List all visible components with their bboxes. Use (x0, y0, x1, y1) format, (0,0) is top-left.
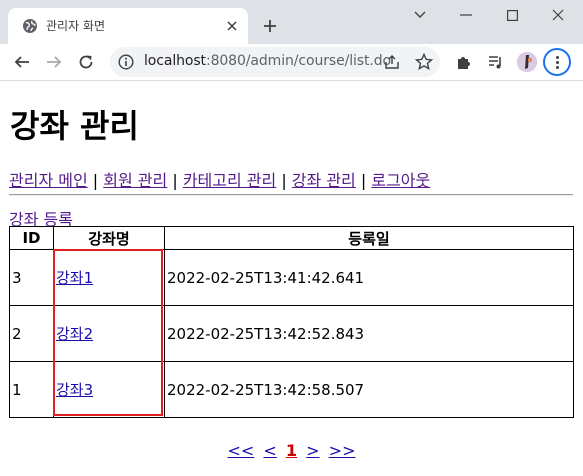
avatar-icon (517, 52, 537, 72)
cell-id: 3 (9, 249, 54, 306)
pager-current: 1 (285, 441, 298, 460)
cell-course-name: 강좌2 (53, 305, 165, 362)
nav-separator: | (172, 171, 178, 190)
course-link[interactable]: 강좌1 (56, 269, 93, 287)
menu-dot (555, 60, 559, 64)
arrow-right-icon (47, 56, 62, 68)
page-content: 강좌 관리 관리자 메인 | 회원 관리 | 카테고리 관리 | 강좌 관리 |… (0, 81, 583, 476)
url-path: :8080/admin/course/list.do (205, 53, 391, 69)
chevron-down-icon (414, 11, 426, 18)
pager-next[interactable]: > (306, 441, 319, 460)
forward-button[interactable] (40, 48, 68, 76)
nav-admin-main[interactable]: 관리자 메인 (9, 171, 88, 190)
cell-id: 1 (9, 361, 54, 418)
cell-date: 2022-02-25T13:42:58.507 (164, 361, 574, 418)
nav-members[interactable]: 회원 관리 (103, 171, 167, 190)
page-title: 강좌 관리 (10, 107, 139, 145)
tab-title: 관리자 화면 (46, 19, 106, 33)
menu-dot (555, 55, 559, 59)
table-row: 3 강좌1 2022-02-25T13:41:42.641 (9, 249, 574, 306)
admin-nav: 관리자 메인 | 회원 관리 | 카테고리 관리 | 강좌 관리 | 로그아웃 (9, 167, 430, 191)
pager-prev[interactable]: < (263, 441, 276, 460)
new-tab-button[interactable] (256, 12, 284, 40)
course-link[interactable]: 강좌3 (56, 381, 93, 399)
arrow-left-icon (14, 56, 29, 68)
close-icon[interactable] (224, 18, 240, 34)
cell-date: 2022-02-25T13:41:42.641 (164, 249, 574, 306)
extensions-button[interactable] (450, 48, 478, 76)
nav-separator: | (281, 171, 287, 190)
pager-last[interactable]: >> (329, 441, 356, 460)
reload-button[interactable] (72, 48, 100, 76)
course-link[interactable]: 강좌2 (56, 325, 93, 343)
tab-strip: 관리자 화면 (0, 0, 583, 44)
star-icon[interactable] (414, 52, 434, 71)
close-window-button[interactable] (535, 0, 581, 30)
nav-separator: | (92, 171, 99, 190)
address-bar[interactable]: localhost:8080/admin/course/list.do (110, 47, 440, 77)
header-course-name: 강좌명 (53, 226, 165, 250)
nav-categories[interactable]: 카테고리 관리 (183, 171, 276, 190)
back-button[interactable] (8, 48, 36, 76)
pager-first[interactable]: << (228, 441, 255, 460)
tab-search-button[interactable] (397, 0, 443, 30)
maximize-icon (506, 9, 518, 21)
nav-separator: | (360, 171, 367, 190)
cell-course-name: 강좌3 (53, 361, 165, 418)
info-icon[interactable] (118, 54, 134, 70)
media-button[interactable] (482, 48, 510, 76)
header-registered-date: 등록일 (164, 226, 574, 250)
playlist-icon (489, 56, 501, 69)
table-row: 1 강좌3 2022-02-25T13:42:58.507 (9, 361, 574, 418)
puzzle-icon (458, 57, 470, 69)
globe-icon (22, 18, 38, 34)
maximize-button[interactable] (489, 0, 535, 30)
url-host: localhost (144, 53, 206, 69)
cell-id: 2 (9, 305, 54, 362)
browser-tab[interactable]: 관리자 화면 (8, 8, 248, 44)
header-id: ID (9, 226, 54, 250)
divider (9, 194, 573, 196)
profile-avatar[interactable] (517, 52, 537, 72)
url-text[interactable]: localhost:8080/admin/course/list.do (144, 53, 391, 69)
table-header-row: ID 강좌명 등록일 (9, 226, 574, 250)
plus-icon (264, 20, 276, 32)
browser-toolbar: localhost:8080/admin/course/list.do (0, 44, 583, 81)
cell-course-name: 강좌1 (53, 249, 165, 306)
cell-date: 2022-02-25T13:42:52.843 (164, 305, 574, 362)
share-icon[interactable] (384, 54, 400, 70)
course-table: ID 강좌명 등록일 3 강좌1 2022-02-25T13:41:42.641… (9, 226, 574, 418)
browser-menu-button[interactable] (543, 48, 571, 76)
close-icon (552, 9, 564, 21)
minimize-button[interactable] (443, 0, 489, 30)
pagination: << < 1 > >> (0, 441, 583, 460)
menu-dot (555, 65, 559, 69)
nav-courses[interactable]: 강좌 관리 (292, 171, 356, 190)
table-row: 2 강좌2 2022-02-25T13:42:52.843 (9, 305, 574, 362)
minimize-icon (460, 14, 472, 16)
reload-icon (79, 55, 93, 69)
nav-logout[interactable]: 로그아웃 (371, 171, 430, 190)
